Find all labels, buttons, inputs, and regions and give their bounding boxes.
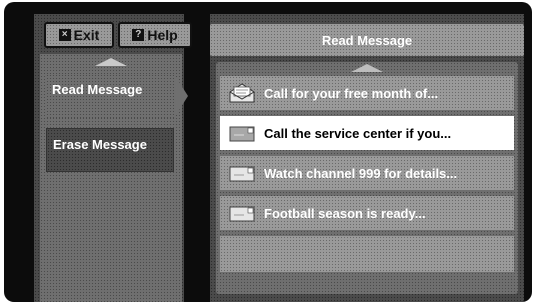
message-list: Call for your free month of... Call the … bbox=[216, 62, 518, 294]
menu-item-label: Erase Message bbox=[53, 137, 147, 152]
message-row[interactable]: Football season is ready... bbox=[220, 196, 514, 230]
selection-pointer-icon bbox=[174, 74, 188, 118]
menu-panel: Read Message Erase Message bbox=[40, 54, 188, 302]
help-key-icon: ? bbox=[132, 29, 145, 41]
message-row[interactable]: Watch channel 999 for details... bbox=[220, 156, 514, 190]
open-envelope-icon bbox=[229, 83, 255, 103]
help-button[interactable]: ? Help bbox=[118, 22, 192, 48]
exit-button[interactable]: × Exit bbox=[44, 22, 114, 48]
message-text: Football season is ready... bbox=[264, 205, 426, 221]
menu-item-erase-message[interactable]: Erase Message bbox=[46, 128, 174, 172]
empty-message-row[interactable] bbox=[220, 236, 514, 272]
closed-envelope-icon bbox=[229, 166, 255, 182]
message-row[interactable]: Call for your free month of... bbox=[220, 76, 514, 110]
message-row-selected[interactable]: Call the service center if you... bbox=[220, 116, 514, 150]
left-menu-column: × Exit ? Help Read Message Erase Message bbox=[34, 14, 192, 302]
list-scroll-up-icon[interactable] bbox=[351, 64, 383, 72]
panel-title-bar: Read Message bbox=[210, 24, 524, 56]
exit-button-label: Exit bbox=[73, 27, 100, 43]
closed-envelope-icon bbox=[229, 206, 255, 222]
closed-envelope-icon bbox=[229, 126, 255, 142]
menu-item-label: Read Message bbox=[52, 82, 143, 97]
help-button-label: Help bbox=[147, 27, 178, 43]
message-text: Call the service center if you... bbox=[264, 125, 452, 141]
message-area: Read Message Call for your free month of… bbox=[210, 14, 524, 302]
panel-title: Read Message bbox=[321, 32, 413, 48]
message-text: Watch channel 999 for details... bbox=[264, 165, 458, 181]
menu-item-read-message[interactable]: Read Message bbox=[46, 74, 188, 118]
tv-screen: × Exit ? Help Read Message Erase Message… bbox=[4, 2, 532, 302]
exit-key-icon: × bbox=[58, 29, 71, 41]
message-text: Call for your free month of... bbox=[264, 85, 439, 101]
menu-scroll-up-icon[interactable] bbox=[95, 58, 127, 66]
